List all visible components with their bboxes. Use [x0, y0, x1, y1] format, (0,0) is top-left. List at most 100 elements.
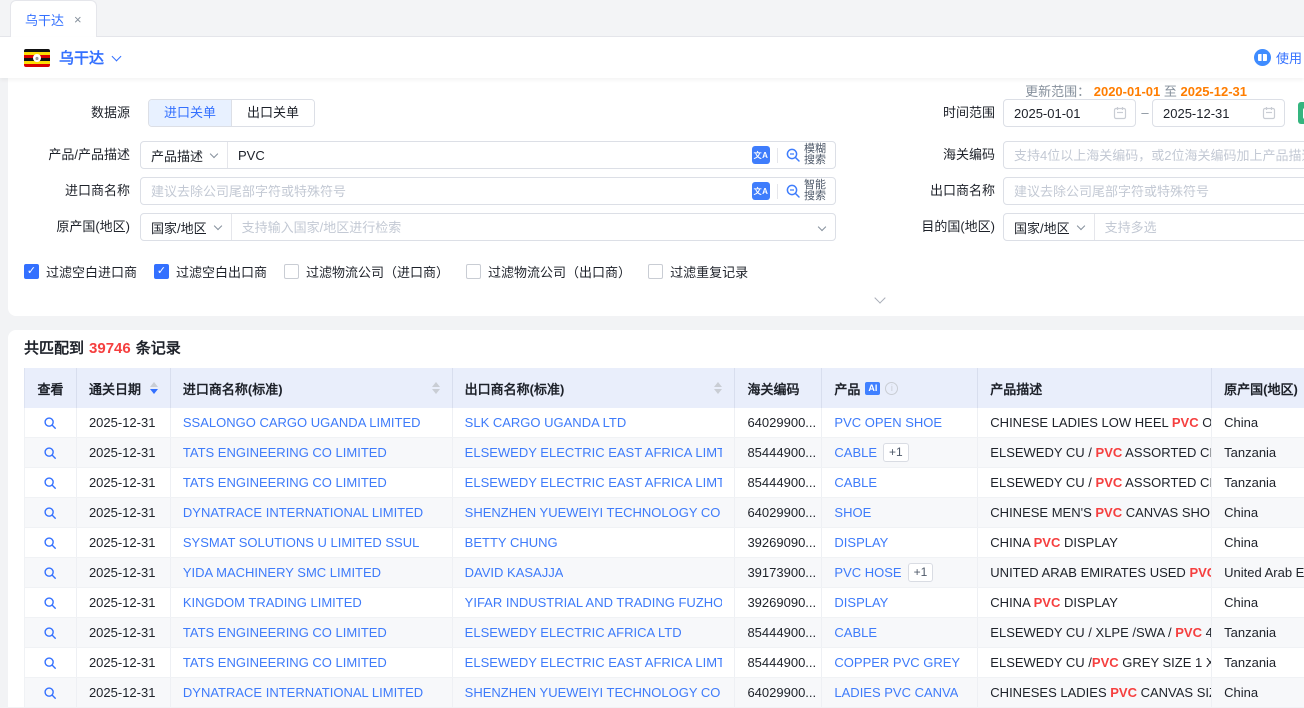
translate-icon[interactable]: 文A: [752, 146, 770, 164]
exporter-input[interactable]: [1004, 184, 1304, 199]
view-details-button[interactable]: [43, 536, 57, 550]
view-details-button[interactable]: [43, 446, 57, 460]
product-link[interactable]: DISPLAY: [834, 595, 888, 610]
translate-icon[interactable]: 文A: [752, 182, 770, 200]
filter-checkbox-2[interactable]: 过滤物流公司（进口商）: [284, 262, 449, 281]
view-details-button[interactable]: [43, 686, 57, 700]
checkbox-box[interactable]: ✓: [24, 264, 39, 279]
filter-checkbox-4[interactable]: 过滤重复记录: [648, 262, 748, 281]
column-header-product: 产品AIi: [822, 368, 978, 408]
exporter-link[interactable]: YIFAR INDUSTRIAL AND TRADING FUZHOU...: [465, 595, 723, 610]
product-link[interactable]: PVC HOSE: [834, 565, 901, 580]
importer-link[interactable]: KINGDOM TRADING LIMITED: [183, 595, 362, 610]
country-selector[interactable]: 乌干达: [59, 47, 104, 68]
importer-link[interactable]: YIDA MACHINERY SMC LIMITED: [183, 565, 381, 580]
importer-link[interactable]: TATS ENGINEERING CO LIMITED: [183, 445, 387, 460]
importer-link[interactable]: TATS ENGINEERING CO LIMITED: [183, 655, 387, 670]
view-details-button[interactable]: [43, 626, 57, 640]
checkbox-box[interactable]: [284, 264, 299, 279]
checkbox-box[interactable]: ✓: [154, 264, 169, 279]
sort-icons[interactable]: [424, 382, 440, 394]
fuzzy-search-button[interactable]: 模糊搜索: [785, 144, 827, 166]
start-date-field[interactable]: [1003, 99, 1136, 127]
product-link[interactable]: CABLE: [834, 625, 877, 640]
exporter-link[interactable]: SLK CARGO UGANDA LTD: [465, 415, 627, 430]
hs-code-input[interactable]: [1004, 148, 1304, 163]
chevron-down-icon: [210, 149, 218, 157]
origin-country-input[interactable]: [232, 220, 819, 235]
product-search-input[interactable]: [228, 148, 752, 163]
calendar-icon[interactable]: [1113, 106, 1127, 120]
table-row: 2025-12-31TATS ENGINEERING CO LIMITEDELS…: [24, 618, 1304, 648]
product-link[interactable]: CABLE: [834, 475, 877, 490]
clipped-green-button[interactable]: [1298, 102, 1304, 124]
filter-checkbox-0[interactable]: ✓过滤空白进口商: [24, 262, 137, 281]
column-header-date[interactable]: 通关日期: [77, 368, 171, 408]
exporter-link[interactable]: ELSEWEDY ELECTRIC EAST AFRICA LIMTED: [465, 655, 723, 670]
chevron-down-icon[interactable]: [112, 51, 122, 61]
product-link[interactable]: COPPER PVC GREY: [834, 655, 960, 670]
importer-cell: DYNATRACE INTERNATIONAL LIMITED: [171, 678, 453, 707]
view-details-button[interactable]: [43, 476, 57, 490]
exporter-link[interactable]: SHENZHEN YUEWEIYI TECHNOLOGY CO LTD: [465, 505, 723, 520]
product-cell: CABLE: [822, 468, 978, 497]
exporter-link[interactable]: ELSEWEDY ELECTRIC EAST AFRICA LIMTED: [465, 475, 723, 490]
view-details-button[interactable]: [43, 506, 57, 520]
exporter-link[interactable]: ELSEWEDY ELECTRIC AFRICA LTD: [465, 625, 682, 640]
description-text: ELSEWEDY CU / PVC ASSORTED CLO...: [990, 445, 1212, 460]
filter-checkbox-1[interactable]: ✓过滤空白出口商: [154, 262, 267, 281]
importer-link[interactable]: TATS ENGINEERING CO LIMITED: [183, 475, 387, 490]
product-link[interactable]: DISPLAY: [834, 535, 888, 550]
sort-icons[interactable]: [142, 382, 158, 394]
importer-link[interactable]: DYNATRACE INTERNATIONAL LIMITED: [183, 685, 423, 700]
checkbox-box[interactable]: [648, 264, 663, 279]
country-tab[interactable]: 乌干达 ×: [10, 0, 97, 37]
more-products-badge[interactable]: +1: [883, 443, 909, 462]
importer-link[interactable]: SSALONGO CARGO UGANDA LIMITED: [183, 415, 421, 430]
checkbox-box[interactable]: [466, 264, 481, 279]
sort-icons[interactable]: [706, 382, 722, 394]
search-icon: [785, 183, 801, 199]
tab-close-icon[interactable]: ×: [74, 13, 82, 26]
product-link[interactable]: SHOE: [834, 505, 871, 520]
smart-search-button[interactable]: 智能搜索: [785, 180, 827, 202]
view-details-button[interactable]: [43, 596, 57, 610]
importer-link[interactable]: TATS ENGINEERING CO LIMITED: [183, 625, 387, 640]
calendar-icon[interactable]: [1262, 106, 1276, 120]
exporter-link[interactable]: SHENZHEN YUEWEIYI TECHNOLOGY CO LTD: [465, 685, 723, 700]
origin-type-selector[interactable]: 国家/地区: [141, 214, 232, 240]
importer-link[interactable]: DYNATRACE INTERNATIONAL LIMITED: [183, 505, 423, 520]
tab-import-declarations[interactable]: 进口关单: [149, 100, 231, 126]
column-header-importer[interactable]: 进口商名称(标准): [171, 368, 453, 408]
product-link[interactable]: LADIES PVC CANVA: [834, 685, 958, 700]
end-date-input[interactable]: [1163, 106, 1262, 121]
importer-link[interactable]: SYSMAT SOLUTIONS U LIMITED SSUL: [183, 535, 419, 550]
column-label: 查看: [37, 379, 63, 398]
collapse-filters-button[interactable]: [858, 294, 902, 310]
view-details-button[interactable]: [43, 656, 57, 670]
table-row: 2025-12-31KINGDOM TRADING LIMITEDYIFAR I…: [24, 588, 1304, 618]
chevron-down-icon[interactable]: [818, 223, 826, 231]
filter-checkbox-3[interactable]: 过滤物流公司（出口商）: [466, 262, 631, 281]
importer-search-input[interactable]: [141, 184, 752, 199]
exporter-link[interactable]: ELSEWEDY ELECTRIC EAST AFRICA LIMTED: [465, 445, 723, 460]
product-link[interactable]: CABLE: [834, 445, 877, 460]
view-details-button[interactable]: [43, 566, 57, 580]
product-link[interactable]: PVC OPEN SHOE: [834, 415, 942, 430]
tab-export-declarations[interactable]: 出口关单: [231, 100, 314, 126]
description-text: ELSEWEDY CU / PVC ASSORTED CLO...: [990, 475, 1212, 490]
view-details-button[interactable]: [43, 416, 57, 430]
info-icon[interactable]: i: [885, 382, 898, 395]
origin-country-label: 原产国(地区): [0, 213, 130, 241]
column-header-exporter[interactable]: 出口商名称(标准): [453, 368, 736, 408]
end-date-field[interactable]: [1152, 99, 1285, 127]
destination-country-input[interactable]: [1095, 220, 1304, 235]
exporter-link[interactable]: DAVID KASAJJA: [465, 565, 564, 580]
start-date-input[interactable]: [1014, 106, 1113, 121]
destination-type-selector[interactable]: 国家/地区: [1004, 214, 1095, 240]
data-source-tabs: 进口关单 出口关单: [148, 99, 315, 127]
more-products-badge[interactable]: +1: [908, 563, 934, 582]
help-link[interactable]: 使用: [1254, 37, 1304, 78]
product-type-selector[interactable]: 产品描述: [141, 142, 228, 168]
exporter-link[interactable]: BETTY CHUNG: [465, 535, 558, 550]
